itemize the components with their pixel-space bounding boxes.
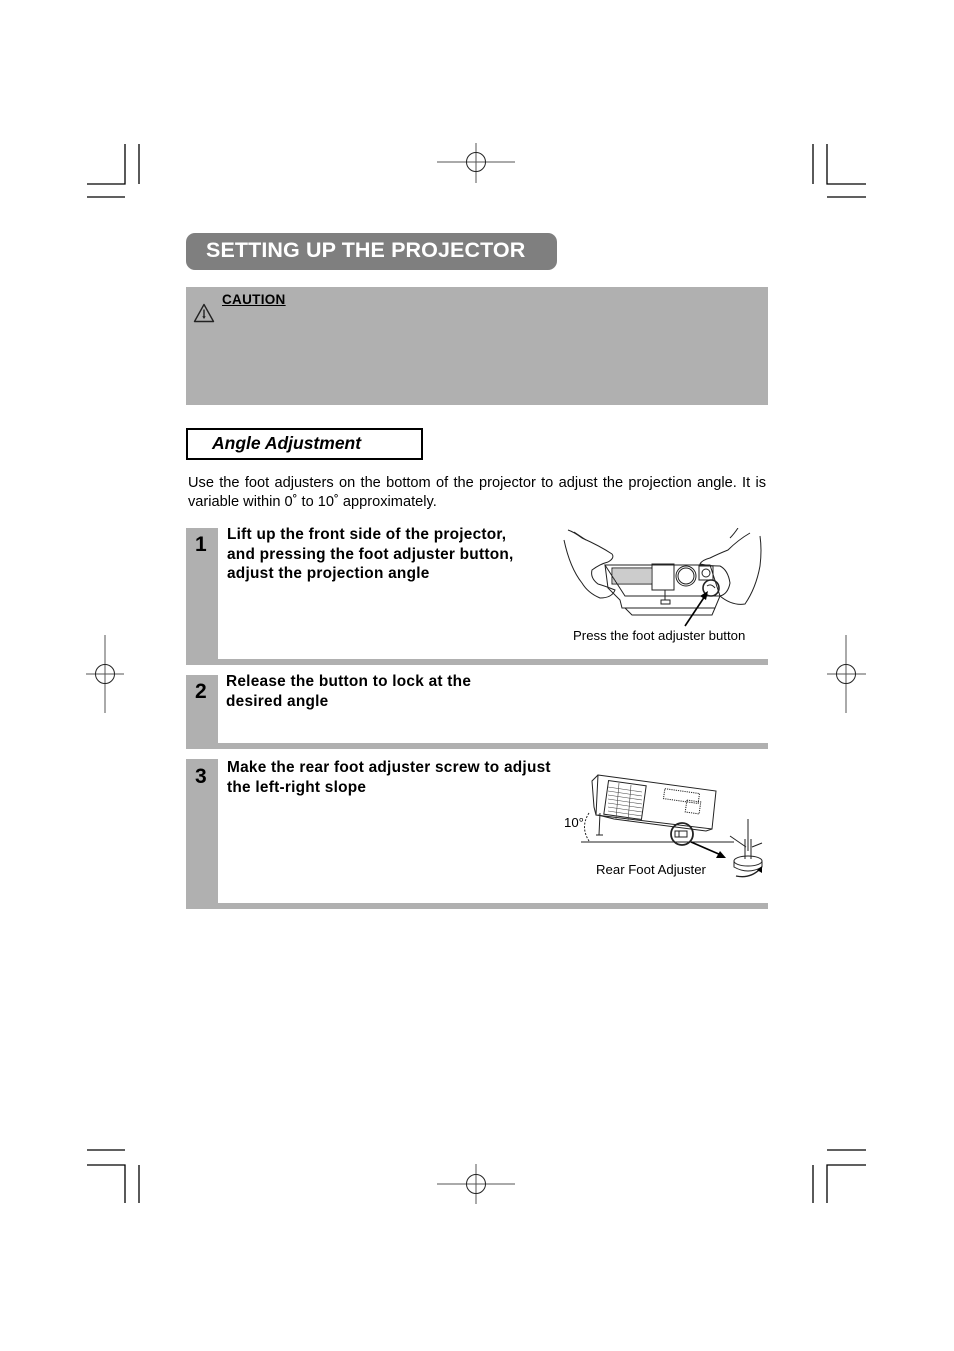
registration-mark-top <box>437 143 515 183</box>
section-title-box: Angle Adjustment <box>186 428 423 460</box>
caution-label: CAUTION <box>222 292 286 307</box>
page-header-pill: SETTING UP THE PROJECTOR <box>186 233 557 270</box>
hands-lifting-projector-illustration <box>563 528 762 627</box>
step-3-angle-label: 10° <box>564 815 584 830</box>
step-text: Lift up the front side of the projector,… <box>227 526 514 582</box>
caution-panel: CAUTION <box>186 287 768 405</box>
registration-mark-bottom <box>437 1164 515 1204</box>
page-title: SETTING UP THE PROJECTOR <box>206 238 526 262</box>
step-divider <box>186 903 768 909</box>
step-1: 1 Lift up the front side of the projecto… <box>186 526 768 665</box>
step-text: Release the button to lock at the desire… <box>226 673 472 710</box>
step-3: 3 Make the rear foot adjuster screw to a… <box>186 759 768 909</box>
warning-triangle-icon <box>193 303 215 323</box>
step-number: 3 <box>195 765 207 788</box>
crop-mark-top-right <box>826 144 866 185</box>
step-text: Make the rear foot adjuster screw to adj… <box>227 759 551 796</box>
step-divider <box>186 659 768 665</box>
crop-mark-top-left <box>87 144 126 185</box>
step-3-caption: Rear Foot Adjuster <box>596 862 706 877</box>
intro-paragraph: Use the foot adjusters on the bottom of … <box>188 475 766 510</box>
step-divider <box>186 743 768 749</box>
section-title: Angle Adjustment <box>212 433 362 453</box>
registration-mark-left <box>86 635 124 713</box>
step-number: 1 <box>195 533 207 556</box>
step-2: 2 Release the button to lock at the desi… <box>186 673 768 749</box>
registration-mark-right <box>827 635 866 713</box>
step-number: 2 <box>195 680 207 703</box>
step-1-caption: Press the foot adjuster button <box>573 628 746 643</box>
